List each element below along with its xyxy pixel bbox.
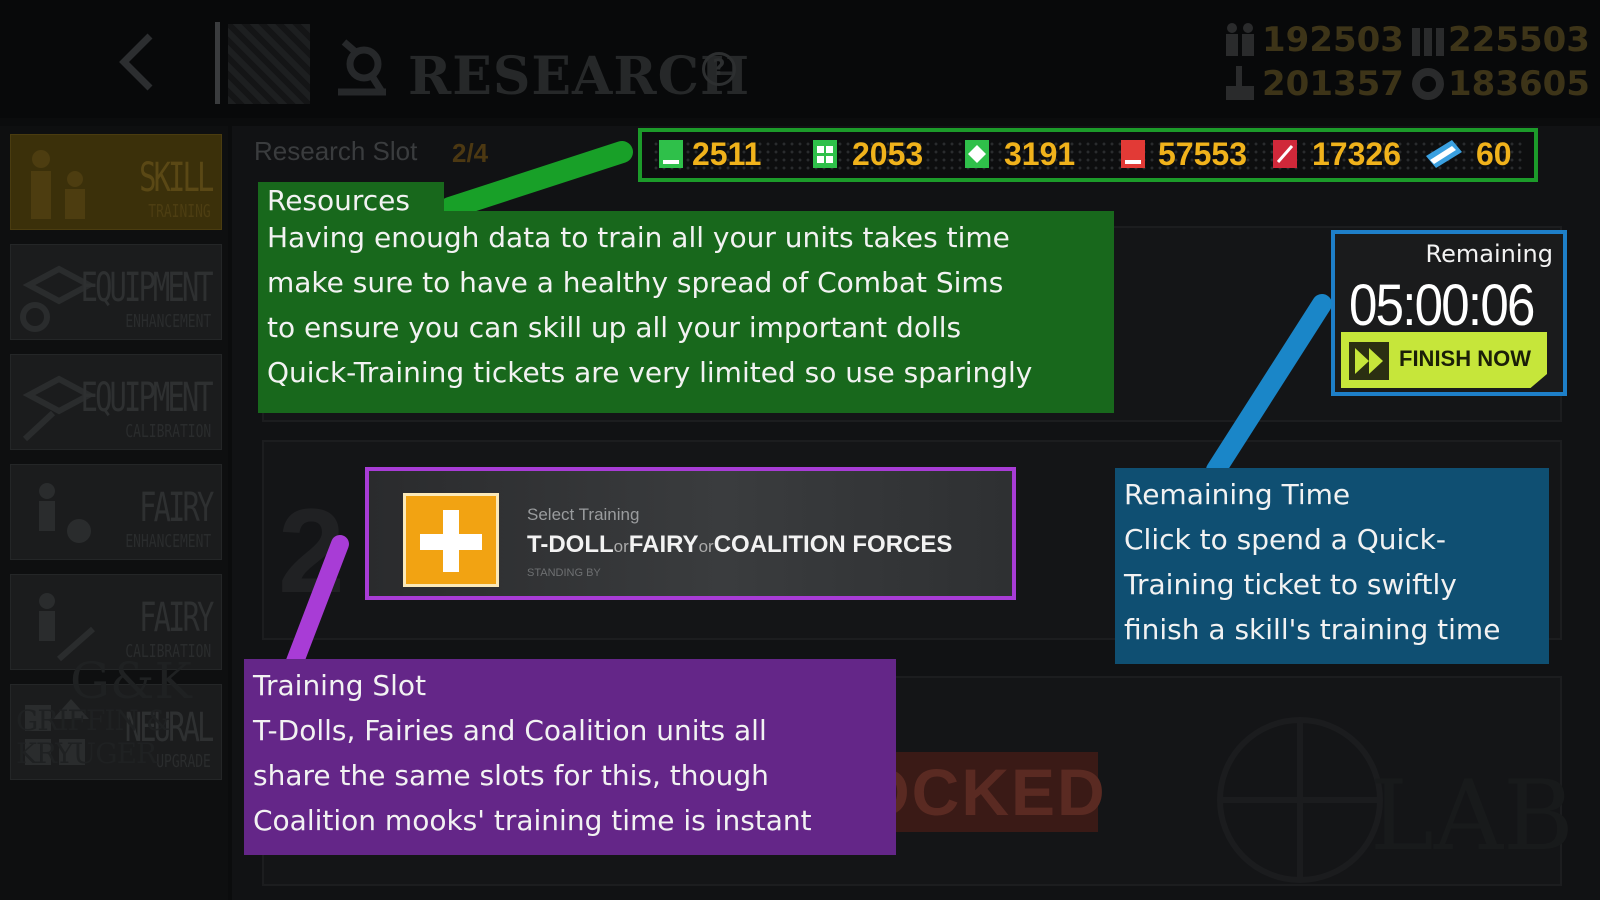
parts-icon [1412, 68, 1444, 100]
resource-intermediate-combat-sim: 2053 [852, 136, 924, 172]
add-training-plus-icon[interactable] [403, 493, 499, 587]
resource-advanced-combat-sim: 3191 [1004, 136, 1076, 172]
sidebar-item-equipment-calibration[interactable]: EQUIPMENT CALIBRATION [10, 354, 222, 450]
remaining-label: Remaining [1425, 240, 1553, 268]
advanced-combat-sim-icon [965, 140, 989, 168]
griffin-kryuger-logo: G&K GRIFFIN & KRYUGER [16, 652, 192, 770]
note-title: Remaining Time [1124, 478, 1351, 511]
option-fairy: FAIRY [628, 531, 699, 558]
sidebar-item-title: SKILL [138, 155, 214, 201]
option-tdoll: T-DOLL [527, 531, 614, 558]
sidebar-item-equipment-enhancement[interactable]: EQUIPMENT ENHANCEMENT [10, 244, 222, 340]
stat-ammo: 225503 [1448, 20, 1590, 60]
sidebar-item-title: FAIRY [138, 595, 214, 641]
sidebar-item-subtitle: TRAINING [148, 201, 211, 222]
option-separator: or [698, 537, 714, 556]
remaining-time-note: Remaining Time Click to spend a Quick- T… [1115, 468, 1549, 664]
select-training-label: Select Training [527, 505, 640, 524]
resource-basic-combat-sim: 2511 [692, 136, 762, 172]
rations-icon [1226, 66, 1254, 100]
stat-rations: 201357 [1262, 64, 1404, 104]
slot-number: 2 [278, 484, 345, 618]
select-training-slot[interactable]: Select Training T-DOLLorFAIRYorCOALITION… [365, 467, 1016, 600]
ammo-icon [1412, 28, 1444, 56]
note-line: Quick-Training tickets are very limited … [267, 356, 1033, 389]
top-bar: RESEARCH ? 192503 225503 201357 183605 [0, 0, 1600, 118]
sidebar-item-fairy-enhancement[interactable]: FAIRY ENHANCEMENT [10, 464, 222, 560]
resources-note: Resources Having enough data to train al… [258, 184, 1114, 413]
sidebar-item-skill-training[interactable]: SKILL TRAINING [10, 134, 222, 230]
sidebar-item-subtitle: ENHANCEMENT [125, 311, 211, 332]
remaining-time-value: 05:00:06 [1349, 273, 1535, 338]
page-title: RESEARCH [408, 46, 751, 107]
training-slot-note: Training Slot T-Dolls, Fairies and Coali… [244, 659, 896, 855]
quick-training-ticket-icon [1426, 140, 1462, 168]
sidebar-item-subtitle: ENHANCEMENT [125, 531, 211, 552]
fast-forward-icon [1349, 342, 1389, 380]
note-line: Coalition mooks' training time is instan… [253, 804, 812, 837]
note-line: T-Dolls, Fairies and Coalition units all [253, 714, 767, 747]
intermediate-combat-sim-icon [813, 140, 837, 168]
note-line: Click to spend a Quick- [1124, 523, 1446, 556]
slot-status: STANDING BY [527, 567, 601, 579]
sidebar-item-subtitle: CALIBRATION [125, 421, 211, 442]
back-arrow-icon[interactable] [112, 30, 162, 94]
finish-now-button[interactable]: FINISH NOW [1341, 332, 1547, 388]
sidebar-item-title: EQUIPMENT [80, 375, 214, 421]
option-separator: or [613, 537, 629, 556]
note-line: make sure to have a healthy spread of Co… [267, 266, 1004, 299]
note-line: Training ticket to swiftly [1124, 568, 1457, 601]
research-slot-label: Research Slot [254, 136, 418, 166]
basic-combat-sim-icon [659, 140, 683, 168]
note-line: share the same slots for this, though [253, 759, 769, 792]
note-title: Training Slot [253, 669, 427, 702]
header-divider [215, 22, 220, 104]
resource-quick-training-ticket: 60 [1476, 136, 1512, 172]
resource-advanced-data: 17326 [1312, 136, 1401, 172]
finish-now-label: FINISH NOW [1399, 346, 1531, 371]
advanced-data-icon [1273, 140, 1297, 168]
microscope-icon [338, 39, 386, 96]
manpower-icon [1226, 23, 1254, 56]
note-title: Resources [267, 184, 410, 217]
sidebar-item-title: EQUIPMENT [80, 265, 214, 311]
basic-data-icon [1121, 140, 1145, 168]
training-options: T-DOLLorFAIRYorCOALITION FORCES [527, 531, 952, 559]
stat-parts: 183605 [1448, 64, 1590, 104]
lab-label: LAB [1370, 760, 1574, 872]
sidebar-item-title: FAIRY [138, 485, 214, 531]
remaining-timer-panel: Remaining 05:00:06 FINISH NOW [1331, 230, 1567, 396]
option-coalition: COALITION FORCES [713, 531, 953, 558]
resource-basic-data: 57553 [1158, 136, 1247, 172]
fairy-plus-icon [39, 483, 91, 543]
help-button[interactable]: ? [702, 52, 736, 86]
note-line: finish a skill's training time [1124, 613, 1501, 646]
note-line: to ensure you can skill up all your impo… [267, 311, 962, 344]
base-icon[interactable] [228, 24, 310, 104]
stat-manpower: 192503 [1262, 20, 1404, 60]
research-slot-count: 2/4 [452, 138, 489, 168]
trainer-icon [31, 150, 85, 219]
resource-bar: 2511 2053 3191 57553 17326 60 [638, 128, 1538, 182]
